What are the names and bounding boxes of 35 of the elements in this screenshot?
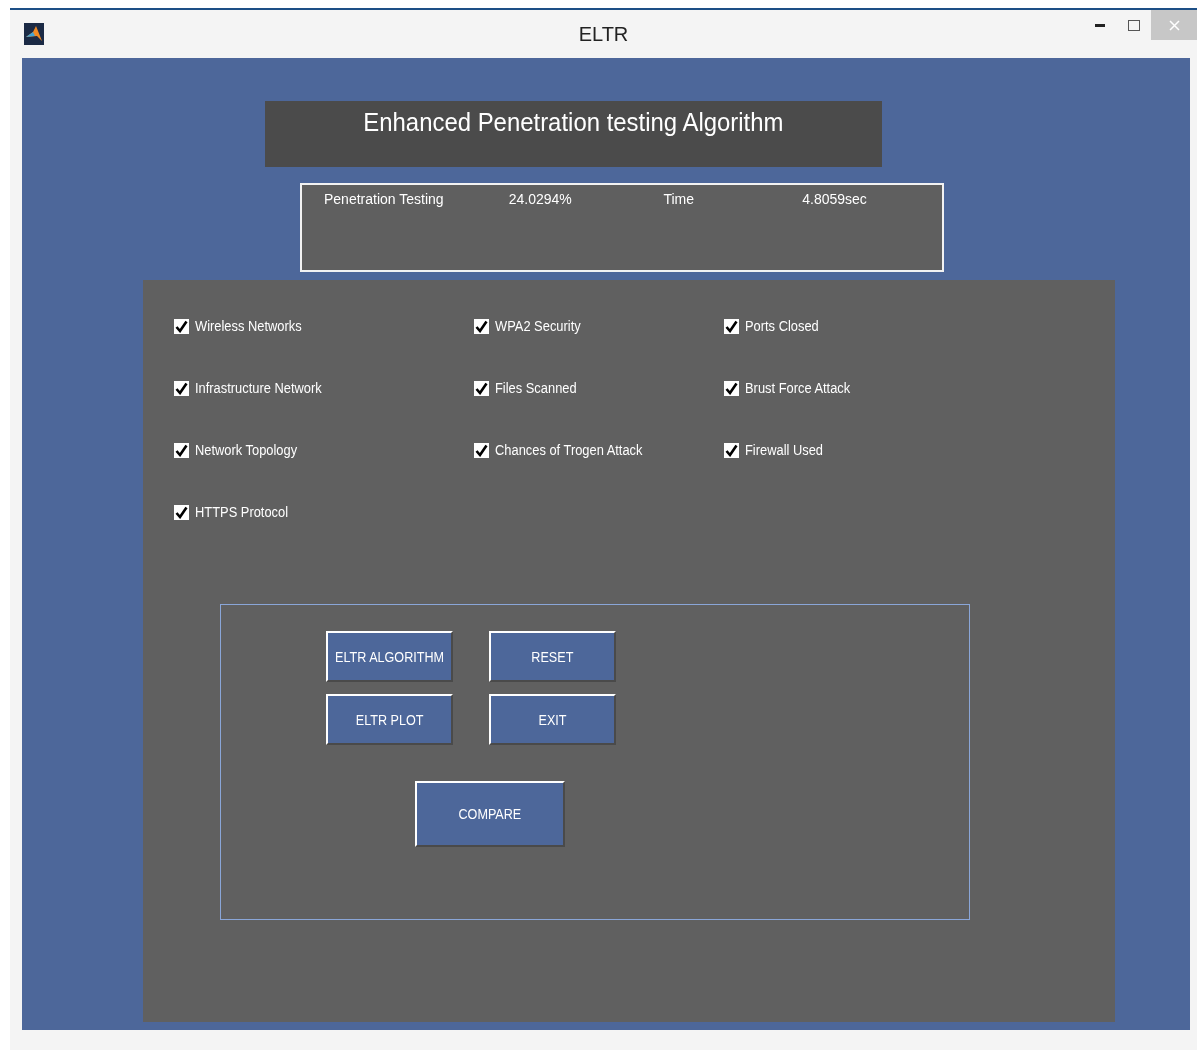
checkbox-label: Brust Force Attack bbox=[745, 380, 851, 396]
checkbox-label: Wireless Networks bbox=[195, 318, 302, 334]
action-button[interactable]: COMPARE bbox=[415, 781, 565, 847]
checkbox[interactable] bbox=[724, 380, 739, 396]
action-button[interactable]: RESET bbox=[489, 631, 616, 682]
result-label: Time bbox=[663, 191, 696, 209]
checkbox[interactable] bbox=[174, 442, 189, 458]
maximize-icon[interactable] bbox=[1128, 19, 1140, 31]
checkbox-label: HTTPS Protocol bbox=[195, 504, 289, 520]
action-button[interactable]: ELTR ALGORITHM bbox=[326, 631, 453, 682]
checkbox-label: Chances of Trogen Attack bbox=[495, 442, 643, 458]
checkbox[interactable] bbox=[174, 318, 189, 334]
checkbox[interactable] bbox=[174, 504, 189, 520]
checkbox-label: Ports Closed bbox=[745, 318, 819, 334]
action-button[interactable]: ELTR PLOT bbox=[326, 694, 453, 745]
checkbox[interactable] bbox=[724, 318, 739, 334]
minimize-icon[interactable] bbox=[1095, 23, 1105, 27]
result-value: 4.8059sec bbox=[802, 191, 868, 209]
checkbox[interactable] bbox=[724, 442, 739, 458]
checkbox-label: Infrastructure Network bbox=[195, 380, 322, 396]
checkbox-label: WPA2 Security bbox=[495, 318, 581, 334]
checkbox-label: Firewall Used bbox=[745, 442, 824, 458]
checkbox[interactable] bbox=[474, 318, 489, 334]
result-label: Penetration Testing bbox=[324, 191, 445, 209]
checkbox[interactable] bbox=[474, 442, 489, 458]
title-banner: Enhanced Penetration testing Algorithm bbox=[265, 101, 882, 167]
close-icon bbox=[1168, 19, 1180, 31]
checkbox[interactable] bbox=[474, 380, 489, 396]
result-value: 24.0294% bbox=[508, 191, 573, 209]
checkbox-label: Network Topology bbox=[195, 442, 298, 458]
action-button[interactable]: EXIT bbox=[489, 694, 616, 745]
window-title: ELTR bbox=[578, 22, 629, 45]
checkbox[interactable] bbox=[174, 380, 189, 396]
checkbox-label: Files Scanned bbox=[495, 380, 577, 396]
app-logo-icon bbox=[24, 23, 44, 45]
